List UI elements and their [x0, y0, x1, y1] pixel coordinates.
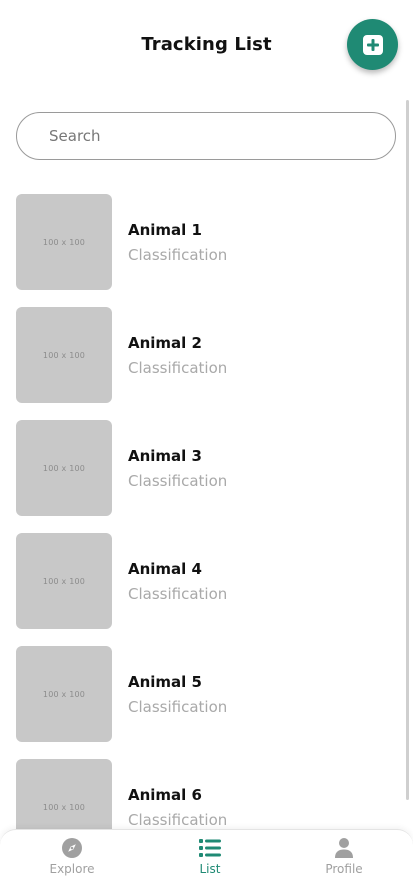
- list-item[interactable]: 100 x 100 Animal 1 Classification: [16, 194, 401, 290]
- tab-explore-label: Explore: [49, 862, 95, 876]
- bottom-nav: Explore List Profile: [0, 829, 413, 896]
- list-item[interactable]: 100 x 100 Animal 3 Classification: [16, 420, 401, 516]
- list-item[interactable]: 100 x 100 Animal 2 Classification: [16, 307, 401, 403]
- animal-thumbnail: 100 x 100: [16, 307, 112, 403]
- tab-profile-label: Profile: [325, 862, 363, 876]
- list-item[interactable]: 100 x 100 Animal 4 Classification: [16, 533, 401, 629]
- animal-thumbnail: 100 x 100: [16, 420, 112, 516]
- thumbnail-placeholder-text: 100 x 100: [42, 689, 86, 699]
- animal-name: Animal 2: [128, 334, 202, 352]
- animal-name: Animal 3: [128, 447, 202, 465]
- plus-square-icon: [362, 34, 384, 56]
- animal-thumbnail: 100 x 100: [16, 646, 112, 742]
- animal-classification: Classification: [128, 246, 228, 264]
- scrollbar[interactable]: [406, 100, 409, 800]
- animal-name: Animal 4: [128, 560, 202, 578]
- animal-thumbnail: 100 x 100: [16, 533, 112, 629]
- thumbnail-placeholder-text: 100 x 100: [42, 576, 86, 586]
- animal-classification: Classification: [128, 585, 228, 603]
- animal-list: 100 x 100 Animal 1 Classification 100 x …: [16, 194, 401, 872]
- thumbnail-placeholder-text: 100 x 100: [42, 350, 86, 360]
- tab-explore[interactable]: Explore: [3, 830, 141, 890]
- tab-list-label: List: [199, 862, 221, 876]
- compass-icon: [61, 837, 83, 859]
- search-box[interactable]: [16, 112, 396, 160]
- tab-profile[interactable]: Profile: [275, 830, 413, 890]
- thumbnail-placeholder-text: 100 x 100: [42, 237, 86, 247]
- thumbnail-placeholder-text: 100 x 100: [42, 463, 86, 473]
- animal-thumbnail: 100 x 100: [16, 194, 112, 290]
- list-item[interactable]: 100 x 100 Animal 5 Classification: [16, 646, 401, 742]
- list-icon: [199, 837, 221, 859]
- animal-name: Animal 1: [128, 221, 202, 239]
- animal-classification: Classification: [128, 359, 228, 377]
- animal-classification: Classification: [128, 698, 228, 716]
- animal-classification: Classification: [128, 811, 228, 829]
- add-animal-button[interactable]: [347, 19, 398, 70]
- tab-list[interactable]: List: [141, 830, 279, 890]
- thumbnail-placeholder-text: 100 x 100: [42, 802, 86, 812]
- person-icon: [333, 837, 355, 859]
- animal-classification: Classification: [128, 472, 228, 490]
- animal-name: Animal 6: [128, 786, 202, 804]
- tracking-list-screen: Tracking List 100 x 100 Animal 1 Classif…: [0, 0, 413, 896]
- search-input[interactable]: [49, 113, 379, 159]
- animal-name: Animal 5: [128, 673, 202, 691]
